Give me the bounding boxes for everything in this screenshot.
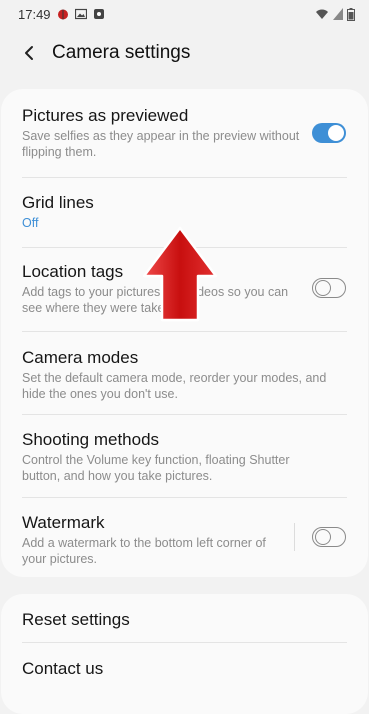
square-app-icon <box>93 9 104 19</box>
support-card: Reset settings Contact us <box>1 594 368 714</box>
setting-title: Watermark <box>22 513 105 532</box>
setting-subtitle: Set the default camera mode, reorder you… <box>22 371 327 401</box>
setting-subtitle: Save selfies as they appear in the previ… <box>22 129 300 159</box>
setting-pictures-as-previewed[interactable]: Pictures as previewed Save selfies as th… <box>22 105 347 160</box>
app-header: Camera settings <box>0 36 369 70</box>
setting-watermark[interactable]: Watermark Add a watermark to the bottom … <box>22 512 347 567</box>
divider <box>22 414 347 415</box>
divider <box>22 642 347 643</box>
divider <box>22 331 347 332</box>
setting-camera-modes[interactable]: Camera modes Set the default camera mode… <box>22 347 347 402</box>
divider <box>22 177 347 178</box>
settings-card: Pictures as previewed Save selfies as th… <box>1 89 368 577</box>
divider <box>22 497 347 498</box>
back-button[interactable] <box>16 40 42 66</box>
contact-us-item[interactable]: Contact us <box>22 658 347 679</box>
setting-title: Shooting methods <box>22 430 160 449</box>
location-tags-toggle[interactable] <box>312 278 346 298</box>
setting-subtitle: Control the Volume key function, floatin… <box>22 453 290 483</box>
watermark-toggle[interactable] <box>312 527 346 547</box>
status-time: 17:49 <box>18 6 51 22</box>
setting-title: Grid lines <box>22 193 94 212</box>
toggle-knob <box>328 125 344 141</box>
setting-shooting-methods[interactable]: Shooting methods Control the Volume key … <box>22 429 347 484</box>
setting-subtitle: Add a watermark to the bottom left corne… <box>22 536 266 566</box>
reset-settings-label: Reset settings <box>22 610 130 629</box>
gallery-icon <box>74 8 87 20</box>
swipe-up-arrow-icon <box>142 226 218 322</box>
wifi-icon <box>316 9 328 19</box>
chevron-left-icon <box>25 46 33 60</box>
toggle-knob <box>314 279 331 296</box>
vertical-separator <box>294 523 295 551</box>
page-title: Camera settings <box>52 42 191 63</box>
signal-icon <box>333 8 343 20</box>
setting-title: Pictures as previewed <box>22 106 189 125</box>
ladybug-icon <box>57 9 68 20</box>
battery-icon <box>347 7 355 21</box>
contact-us-label: Contact us <box>22 659 104 678</box>
setting-title: Camera modes <box>22 348 139 367</box>
status-bar: 17:49 <box>0 0 369 28</box>
toggle-knob <box>314 528 331 545</box>
pictures-as-previewed-toggle[interactable] <box>312 123 346 143</box>
reset-settings-item[interactable]: Reset settings <box>22 609 347 630</box>
